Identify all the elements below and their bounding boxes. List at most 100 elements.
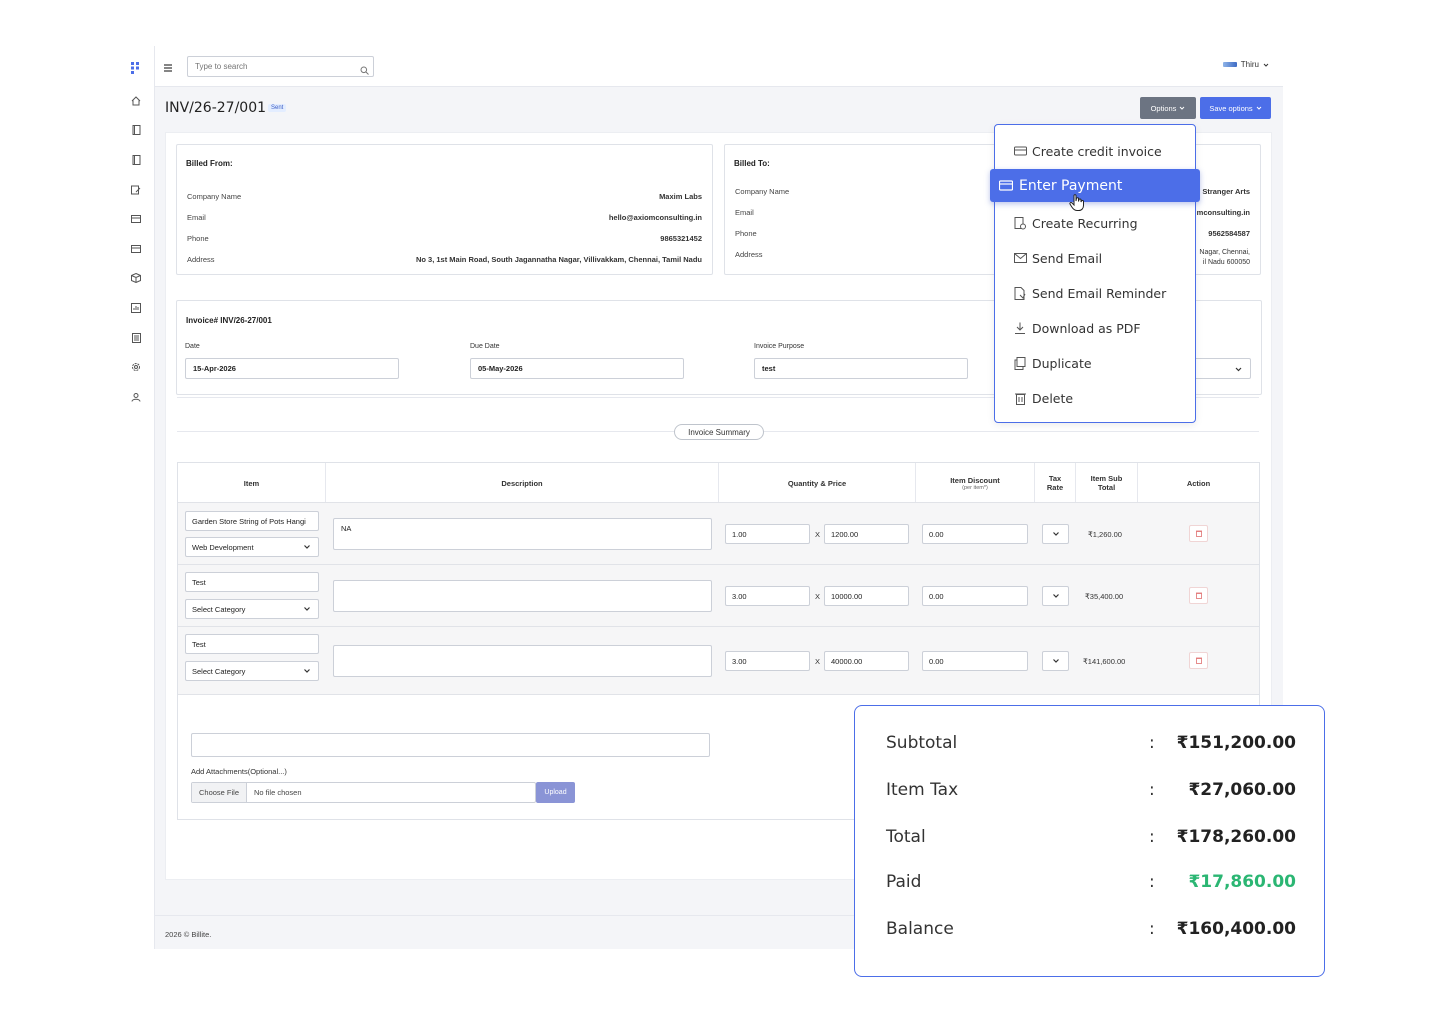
price-input[interactable]: 1200.00: [824, 524, 909, 544]
logo-icon[interactable]: [129, 61, 143, 75]
notes-textarea[interactable]: [191, 733, 710, 757]
menu-item-download-pdf[interactable]: Download as PDF: [1013, 318, 1141, 338]
email-value: mconsulting.in: [1196, 208, 1250, 217]
billed-from-panel: Billed From: Company Name Maxim Labs Ema…: [176, 144, 713, 275]
user-name: Thiru: [1240, 60, 1259, 69]
options-button[interactable]: Options: [1140, 97, 1196, 119]
header-discount: Item Discount (per item*): [916, 463, 1035, 503]
menu-item-duplicate[interactable]: Duplicate: [1013, 353, 1092, 373]
delete-row-button[interactable]: [1189, 587, 1208, 604]
chevron-down-icon: [1053, 532, 1059, 536]
document-icon[interactable]: [129, 331, 143, 345]
date-field[interactable]: 15-Apr-2026: [185, 358, 399, 379]
footer-text: 2026 © Billite.: [165, 930, 212, 939]
edit-list-icon[interactable]: [129, 183, 143, 197]
header-tax-rate: Tax Rate: [1035, 463, 1076, 503]
email-label: Email: [735, 208, 754, 217]
menu-item-delete[interactable]: Delete: [1013, 388, 1073, 408]
search-icon[interactable]: [360, 62, 369, 75]
topbar: Thiru: [155, 46, 1283, 87]
payment-card-icon: [999, 179, 1013, 193]
quantity-input[interactable]: 3.00: [725, 651, 810, 671]
save-options-button[interactable]: Save options: [1200, 97, 1271, 119]
upload-button[interactable]: Upload: [536, 782, 575, 803]
chevron-down-icon: [304, 545, 310, 549]
total-label: Total: [886, 827, 926, 847]
header-description: Description: [326, 463, 719, 503]
gear-icon[interactable]: [129, 360, 143, 374]
delete-row-button[interactable]: [1189, 652, 1208, 669]
trash-icon: [1013, 391, 1027, 405]
wallet-icon[interactable]: [129, 242, 143, 256]
item-subtotal: ₹1,260.00: [1088, 530, 1122, 539]
colon: :: [1149, 827, 1155, 847]
due-date-field[interactable]: 05-May-2026: [470, 358, 684, 379]
phone-label: Phone: [735, 229, 757, 238]
hamburger-menu-icon[interactable]: [163, 60, 175, 72]
tax-rate-select[interactable]: [1042, 651, 1069, 671]
chevron-down-icon: [1053, 594, 1059, 598]
chart-icon[interactable]: [129, 301, 143, 315]
address-label: Address: [735, 250, 763, 259]
divider: [178, 694, 1259, 695]
multiply-sign: X: [815, 592, 821, 601]
item-name-input[interactable]: Test: [185, 572, 319, 592]
home-icon[interactable]: [129, 94, 143, 108]
menu-item-enter-payment[interactable]: Enter Payment: [990, 169, 1200, 202]
choose-file-button[interactable]: Choose File: [192, 783, 247, 802]
book-icon[interactable]: [129, 123, 143, 137]
download-icon: [1013, 321, 1027, 335]
colon: :: [1149, 919, 1155, 939]
email-label: Email: [187, 213, 206, 222]
price-input[interactable]: 40000.00: [824, 651, 909, 671]
discount-input[interactable]: 0.00: [922, 651, 1028, 671]
tax-rate-select[interactable]: [1042, 524, 1069, 544]
email-value: hello@axiomconsulting.in: [608, 213, 702, 222]
delete-row-button[interactable]: [1189, 525, 1208, 542]
invoice-purpose-field[interactable]: test: [754, 358, 968, 379]
file-input[interactable]: Choose File No file chosen: [191, 782, 536, 803]
company-label: Company Name: [735, 187, 790, 196]
credit-card-icon: [1013, 144, 1027, 158]
category-select[interactable]: Web Development: [185, 537, 319, 557]
description-textarea[interactable]: NA: [333, 518, 712, 550]
item-name-input[interactable]: Test: [185, 634, 319, 654]
reminder-icon: [1013, 286, 1027, 300]
user-icon[interactable]: [129, 390, 143, 404]
address-label: Address: [187, 255, 215, 264]
package-icon[interactable]: [129, 271, 143, 285]
menu-item-create-credit-invoice[interactable]: Create credit invoice: [1013, 141, 1162, 161]
tax-rate-select[interactable]: [1042, 586, 1069, 606]
menu-item-send-email[interactable]: Send Email: [1013, 248, 1102, 268]
chevron-down-icon: [1263, 63, 1269, 67]
user-menu[interactable]: Thiru: [1222, 60, 1269, 69]
search-input[interactable]: [187, 56, 374, 77]
avatar: [1222, 62, 1237, 67]
phone-label: Phone: [187, 234, 209, 243]
colon: :: [1149, 872, 1155, 892]
discount-input[interactable]: 0.00: [922, 524, 1028, 544]
notebook-icon[interactable]: [129, 153, 143, 167]
total-value: ₹178,260.00: [1176, 827, 1296, 847]
chevron-down-icon: [1053, 659, 1059, 663]
category-select[interactable]: Select Category: [185, 661, 319, 681]
menu-item-send-email-reminder[interactable]: Send Email Reminder: [1013, 283, 1166, 303]
description-textarea[interactable]: [333, 580, 712, 612]
table-row: Test Select Category 3.00 X 10000.00 0.0…: [178, 564, 1259, 626]
company-value: Maxim Labs: [659, 192, 702, 201]
company-label: Company Name: [187, 192, 242, 201]
card-icon[interactable]: [129, 212, 143, 226]
quantity-input[interactable]: 1.00: [725, 524, 810, 544]
chevron-down-icon: [1256, 106, 1262, 110]
description-textarea[interactable]: [333, 645, 712, 677]
date-label: Date: [185, 343, 200, 350]
totals-panel: Subtotal : ₹151,200.00 Item Tax : ₹27,06…: [854, 705, 1325, 977]
quantity-input[interactable]: 3.00: [725, 586, 810, 606]
category-select[interactable]: Select Category: [185, 599, 319, 619]
item-name-input[interactable]: Garden Store String of Pots Hangi: [185, 511, 319, 531]
multiply-sign: X: [815, 657, 821, 666]
discount-input[interactable]: 0.00: [922, 586, 1028, 606]
price-input[interactable]: 10000.00: [824, 586, 909, 606]
menu-item-create-recurring[interactable]: Create Recurring: [1013, 213, 1138, 233]
invoice-number: Invoice# INV/26-27/001: [186, 316, 272, 325]
